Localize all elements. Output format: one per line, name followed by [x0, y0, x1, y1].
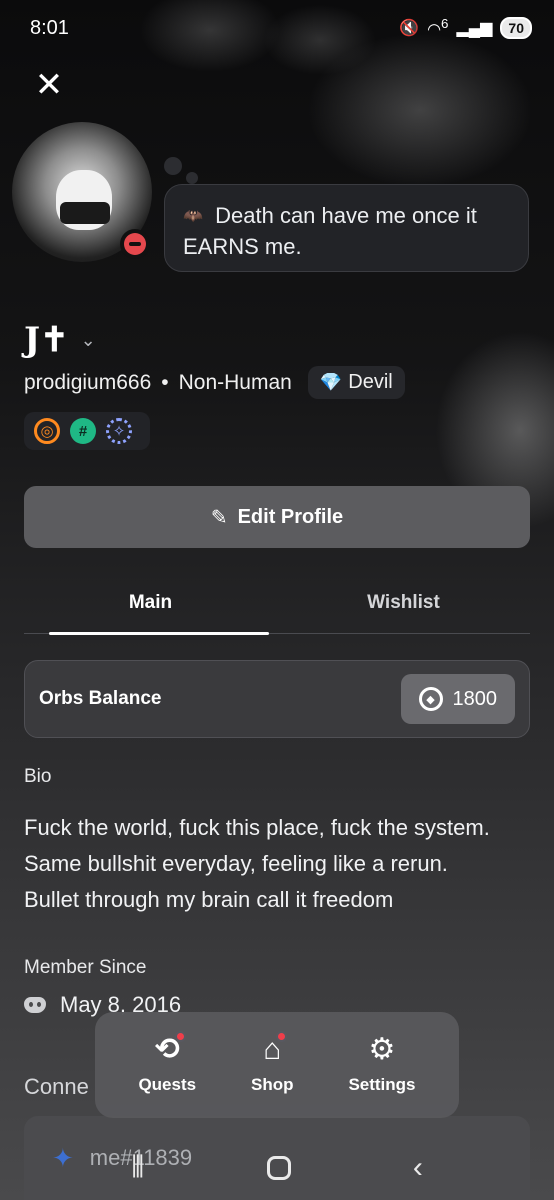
tab-wishlist[interactable]: Wishlist [277, 572, 530, 633]
do-not-disturb-icon [120, 229, 150, 259]
badge-list: ◎ # ✧ [24, 412, 150, 450]
custom-status-text: Death can have me once it EARNS me. [183, 203, 477, 260]
back-icon[interactable]: ‹ [413, 1151, 423, 1185]
system-status-bar: 8:01 🔇 ◠6 ▂▄▆ 70 [0, 0, 554, 56]
signal-icon: ▂▄▆ [456, 19, 493, 37]
gem-icon: 💎 [319, 372, 343, 392]
orbs-balance-pill[interactable]: ◆ 1800 [400, 674, 515, 724]
status-emoji-icon: 🦇 [183, 208, 203, 226]
recents-icon[interactable]: ⦀ [131, 1151, 144, 1185]
edit-profile-label: Edit Profile [237, 505, 344, 528]
dock-item-settings[interactable]: ⚙ Settings [348, 1035, 415, 1095]
custom-status-bubble[interactable]: 🦇 Death can have me once it EARNS me. [164, 184, 529, 272]
status-bubble-tail-small [186, 172, 198, 184]
hashtag-icon[interactable]: # [70, 418, 96, 444]
shop-icon: ⌂ [263, 1031, 288, 1065]
dock-item-quests[interactable]: ⟲ Quests [138, 1031, 197, 1095]
dock-label: Shop [251, 1075, 294, 1094]
separator: • [161, 370, 169, 394]
orbs-label: Orbs Balance [39, 688, 162, 709]
battery-icon: 70 [500, 16, 532, 39]
bio-heading: Bio [24, 766, 52, 787]
bio-text: Fuck the world, fuck this place, fuck th… [24, 810, 534, 918]
pronouns: Non-Human [178, 370, 292, 394]
wifi-icon: ◠6 [427, 16, 449, 39]
username: prodigium666 [24, 370, 152, 394]
status-icons: 🔇 ◠6 ▂▄▆ 70 [399, 16, 532, 39]
notification-dot [174, 1031, 186, 1042]
home-icon[interactable] [266, 1156, 291, 1180]
avatar-mask [60, 202, 110, 224]
bio-line: Bullet through my brain call it freedom [24, 887, 394, 912]
clock: 8:01 [30, 16, 69, 39]
orbs-balance-card[interactable]: Orbs Balance ◆ 1800 [24, 660, 530, 738]
edit-profile-button[interactable]: ✎ Edit Profile [24, 486, 530, 548]
android-nav-bar: ⦀ ‹ [0, 1136, 554, 1200]
discord-icon [24, 997, 46, 1013]
pencil-icon: ✎ [210, 506, 228, 529]
orb-icon: ◆ [418, 687, 443, 711]
display-name-row[interactable]: J✝ ⌄ [24, 320, 96, 360]
bio-line: Fuck the world, fuck this place, fuck th… [24, 815, 490, 840]
dock-item-shop[interactable]: ⌂ Shop [251, 1031, 294, 1095]
username-row: prodigium666 • Non-Human 💎 Devil [24, 366, 405, 399]
bottom-dock: ⟲ Quests ⌂ Shop ⚙ Settings [95, 1012, 459, 1118]
quests-icon: ⟲ [155, 1031, 186, 1065]
connections-heading: Conne [24, 1074, 89, 1099]
notification-dot [276, 1031, 288, 1042]
dock-label: Settings [348, 1075, 416, 1094]
gear-icon: ⚙ [368, 1033, 396, 1066]
tab-main[interactable]: Main [24, 572, 277, 635]
bio-line: Same bullshit everyday, feeling like a r… [24, 851, 448, 876]
server-tag-label: Devil [348, 371, 393, 393]
close-icon[interactable]: ✕ [30, 66, 68, 104]
member-since-heading: Member Since [24, 957, 147, 978]
profile-tabs: Main Wishlist [24, 572, 530, 635]
status-bubble-tail [164, 157, 182, 175]
chevron-down-icon[interactable]: ⌄ [81, 330, 96, 351]
display-name: J✝ [24, 320, 69, 360]
laurel-icon[interactable]: ✧ [106, 418, 132, 444]
dock-label: Quests [138, 1075, 197, 1094]
orbs-value: 1800 [452, 687, 498, 710]
hypesquad-icon[interactable]: ◎ [34, 418, 60, 444]
server-tag-badge[interactable]: 💎 Devil [307, 366, 405, 399]
profile-banner [0, 0, 554, 560]
mute-icon: 🔇 [399, 19, 420, 37]
